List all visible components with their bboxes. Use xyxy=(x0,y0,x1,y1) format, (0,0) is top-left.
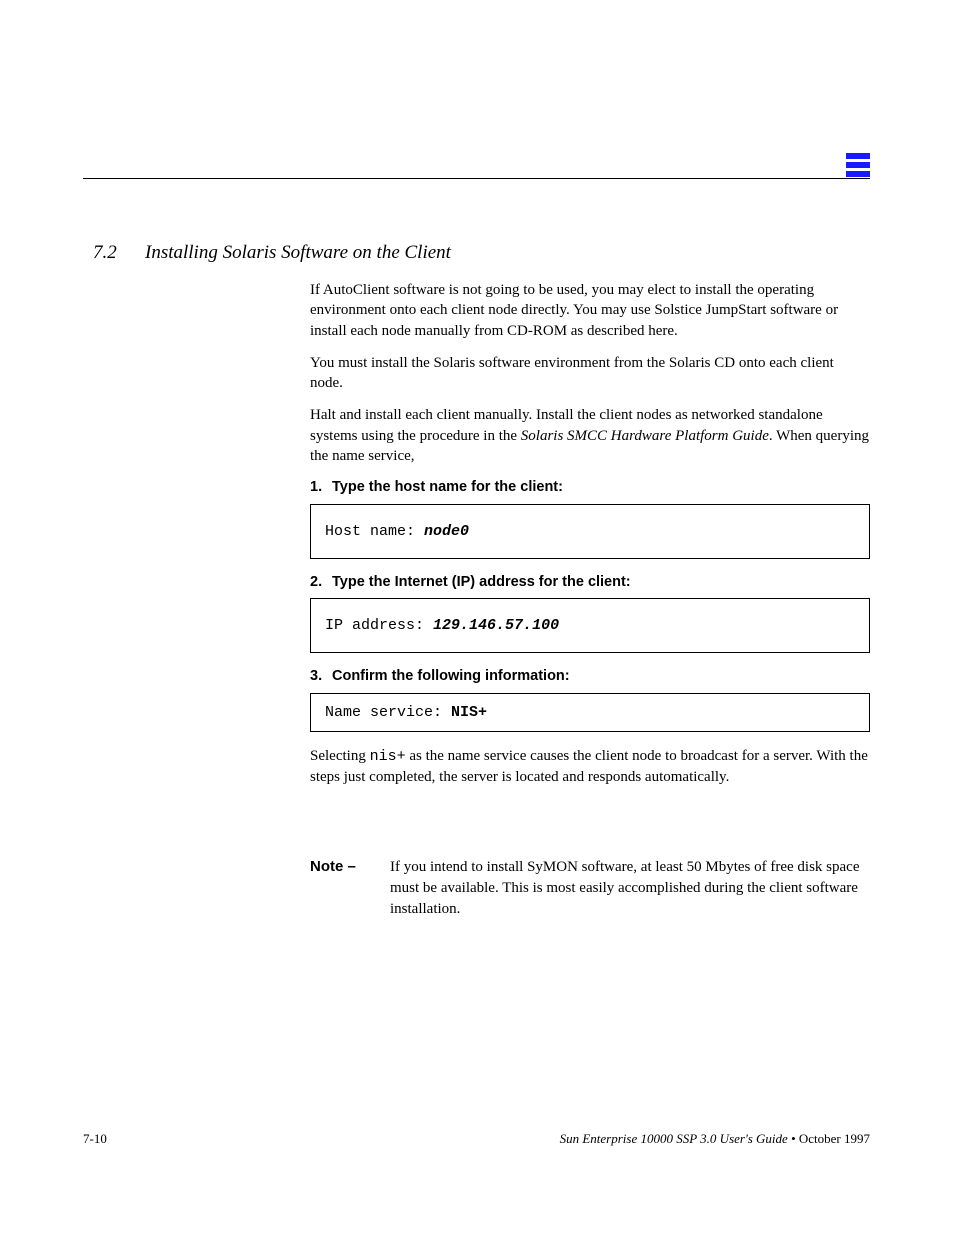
code-label: IP address: xyxy=(325,617,424,634)
section-title: Installing Solaris Software on the Clien… xyxy=(145,242,451,264)
note-label: Note – xyxy=(310,857,390,920)
code-box-nameservice: Name service: NIS+ xyxy=(310,693,870,732)
code-box-ip: IP address: 129.146.57.100 xyxy=(310,598,870,653)
text: Selecting xyxy=(310,748,370,764)
step-text: Type the host name for the client: xyxy=(332,478,870,498)
step-text: Confirm the following information: xyxy=(332,667,870,687)
code-value: NIS+ xyxy=(451,704,487,721)
paragraph: You must install the Solaris software en… xyxy=(310,353,870,394)
footer-right: Sun Enterprise 10000 SSP 3.0 User's Guid… xyxy=(560,1131,870,1147)
note: Note – If you intend to install SyMON so… xyxy=(310,857,870,920)
step-3: 3. Confirm the following information: xyxy=(310,667,870,687)
page: 7.2 Installing Solaris Software on the C… xyxy=(0,0,954,1235)
step-number: 1. xyxy=(310,478,332,498)
step-2: 2. Type the Internet (IP) address for th… xyxy=(310,573,870,593)
code-value: node0 xyxy=(424,523,469,540)
doc-title: Sun Enterprise 10000 SSP 3.0 User's Guid… xyxy=(560,1131,788,1146)
step-number: 2. xyxy=(310,573,332,593)
menu-icon[interactable] xyxy=(846,153,870,177)
header-rule xyxy=(83,178,870,179)
note-text: If you intend to install SyMON software,… xyxy=(390,857,870,920)
body-column: If AutoClient software is not going to b… xyxy=(310,280,870,920)
page-number: 7-10 xyxy=(83,1131,107,1147)
manual-title: Solaris SMCC Hardware Platform Guide xyxy=(521,428,769,444)
paragraph: If AutoClient software is not going to b… xyxy=(310,280,870,341)
code-label: Name service: xyxy=(325,704,451,721)
doc-date: • October 1997 xyxy=(788,1131,870,1146)
inline-code: nis+ xyxy=(370,748,406,765)
code-label: Host name: xyxy=(325,523,415,540)
code-box-hostname: Host name: node0 xyxy=(310,504,870,559)
step-text: Type the Internet (IP) address for the c… xyxy=(332,573,870,593)
paragraph: Halt and install each client manually. I… xyxy=(310,405,870,466)
code-value: 129.146.57.100 xyxy=(433,617,559,634)
section-number: 7.2 xyxy=(93,242,117,264)
step-number: 3. xyxy=(310,667,332,687)
step-1: 1. Type the host name for the client: xyxy=(310,478,870,498)
paragraph: Selecting nis+ as the name service cause… xyxy=(310,746,870,788)
